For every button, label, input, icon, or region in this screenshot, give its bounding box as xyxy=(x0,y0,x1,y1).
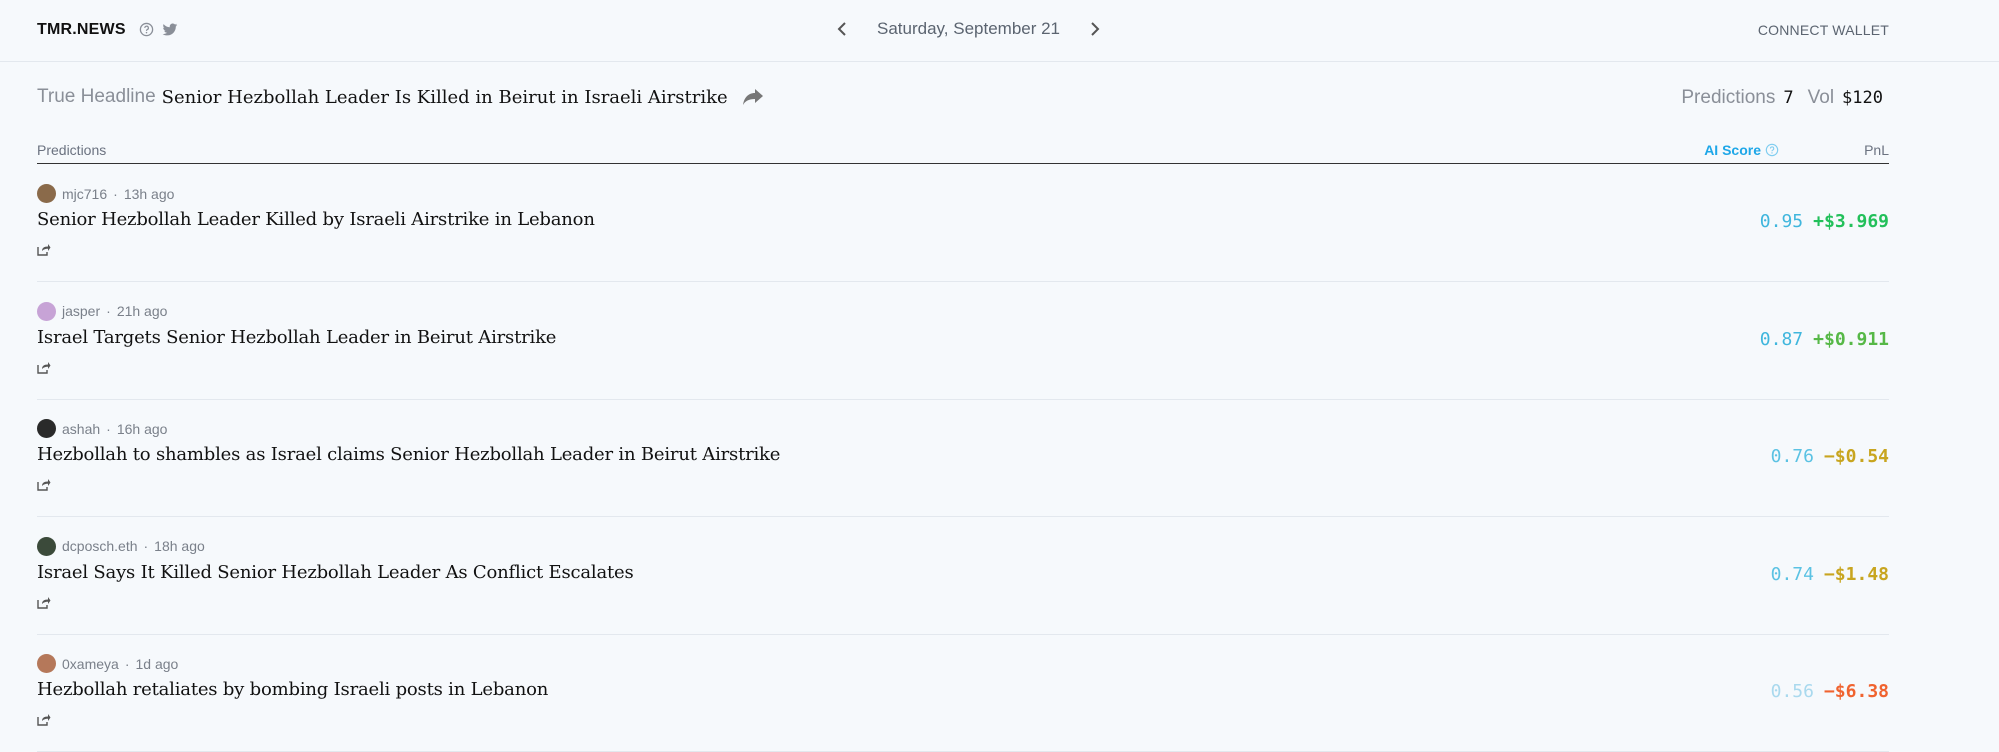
twitter-icon[interactable] xyxy=(162,23,178,37)
prediction-title: Israel Says It Killed Senior Hezbollah L… xyxy=(37,561,634,583)
ai-score-value: 0.74 xyxy=(1770,563,1814,585)
prediction-time: 18h ago xyxy=(154,538,205,554)
prediction-scores: 0.87 +$0.911 xyxy=(1760,329,1889,350)
prediction-time: 16h ago xyxy=(116,420,168,437)
current-date: Saturday, September 21 xyxy=(877,19,1061,38)
prediction-title: Hezbollah retaliates by bombing Israeli … xyxy=(37,679,549,700)
pnl-value: +$3.969 xyxy=(1813,211,1889,232)
volume-label: Vol xyxy=(1807,87,1835,108)
prediction-meta: jasper · 21h ago xyxy=(37,301,168,321)
prediction-time: 13h ago xyxy=(123,185,175,202)
ai-score-value: 0.95 xyxy=(1759,211,1804,232)
prediction-title: Senior Hezbollah Leader Killed by Israel… xyxy=(37,209,595,230)
avatar[interactable] xyxy=(37,654,56,673)
pnl-value: −$6.38 xyxy=(1823,681,1889,702)
share-icon[interactable] xyxy=(37,596,51,609)
chevron-left-icon[interactable] xyxy=(833,20,851,38)
prediction-row[interactable]: dcposch.eth · 18h ago Israel Says It Killed… xyxy=(37,518,1889,635)
true-headline-label: True Headline xyxy=(37,86,156,107)
predictions-column-header: Predictions xyxy=(37,142,107,158)
share-icon[interactable] xyxy=(37,361,51,374)
prediction-user[interactable]: 0xameya xyxy=(62,656,119,672)
prediction-user[interactable]: ashah xyxy=(62,421,100,437)
meta-separator: · xyxy=(143,538,149,554)
prediction-row[interactable]: 0xameya · 1d ago Hezbollah retaliates by bo… xyxy=(37,635,1889,752)
prediction-title: Israel Targets Senior Hezbollah Leader i… xyxy=(37,326,557,348)
prediction-row[interactable]: ashah · 16h ago Hezbollah to shambles as Is… xyxy=(37,400,1889,517)
date-navigator: Saturday, September 21 xyxy=(833,19,1104,39)
avatar[interactable] xyxy=(37,419,56,438)
help-circle-icon[interactable] xyxy=(139,22,154,37)
ai-score-value: 0.76 xyxy=(1770,446,1814,467)
connect-wallet-button[interactable]: CONNECT WALLET xyxy=(1758,22,1889,38)
help-circle-icon[interactable] xyxy=(1765,143,1779,157)
prediction-scores: 0.56 −$6.38 xyxy=(1771,681,1889,702)
ai-score-value: 0.87 xyxy=(1759,328,1804,350)
brand-icons xyxy=(139,22,178,37)
meta-separator: · xyxy=(124,655,130,672)
pnl-value: −$1.48 xyxy=(1823,563,1889,585)
prediction-meta: mjc716 · 13h ago xyxy=(37,184,174,203)
predictions-table-header: Predictions AI Score PnL xyxy=(37,140,1889,164)
ai-score-column-header[interactable]: AI Score xyxy=(1704,142,1779,158)
brand-logo[interactable]: TMR.NEWS xyxy=(37,21,126,39)
prediction-scores: 0.95 +$3.969 xyxy=(1760,211,1889,232)
avatar[interactable] xyxy=(37,301,56,321)
prediction-scores: 0.76 −$0.54 xyxy=(1771,446,1889,467)
volume-value: $120 xyxy=(1842,88,1883,108)
prediction-meta: dcposch.eth · 18h ago xyxy=(37,536,205,556)
share-icon[interactable] xyxy=(37,478,51,491)
pnl-value: −$0.54 xyxy=(1823,446,1889,467)
chevron-right-icon[interactable] xyxy=(1086,20,1104,38)
pnl-column-header: PnL xyxy=(1864,142,1889,158)
prediction-title: Hezbollah to shambles as Israel claims S… xyxy=(37,444,781,465)
true-headline-text: Senior Hezbollah Leader Is Killed in Bei… xyxy=(161,86,728,108)
true-headline: True Headline Senior Hezbollah Leader Is… xyxy=(37,86,764,108)
avatar[interactable] xyxy=(37,536,56,556)
prediction-row[interactable]: jasper · 21h ago Israel Targets Senior Hezb… xyxy=(37,283,1889,400)
prediction-scores: 0.74 −$1.48 xyxy=(1771,564,1889,585)
ai-score-value: 0.56 xyxy=(1770,681,1814,702)
meta-separator: · xyxy=(106,420,111,437)
predictions-count-label: Predictions xyxy=(1681,87,1776,108)
prediction-user[interactable]: dcposch.eth xyxy=(62,538,138,554)
prediction-time: 21h ago xyxy=(116,303,168,319)
meta-separator: · xyxy=(113,185,118,202)
avatar[interactable] xyxy=(37,184,56,203)
prediction-user[interactable]: mjc716 xyxy=(62,186,107,202)
share-icon[interactable] xyxy=(742,88,764,106)
headline-stats: Predictions 7 Vol $120 xyxy=(1681,87,1889,109)
predictions-count: 7 xyxy=(1783,88,1794,108)
share-icon[interactable] xyxy=(37,713,51,726)
prediction-meta: ashah · 16h ago xyxy=(37,419,167,438)
pnl-value: +$0.911 xyxy=(1813,328,1889,350)
share-icon[interactable] xyxy=(37,243,51,256)
prediction-row[interactable]: mjc716 · 13h ago Senior Hezbollah Leader Ki… xyxy=(37,165,1889,282)
ai-score-header-label: AI Score xyxy=(1704,142,1761,158)
prediction-time: 1d ago xyxy=(135,655,179,672)
top-bar: TMR.NEWS Saturday, September 21 CONNECT … xyxy=(0,0,1999,62)
meta-separator: · xyxy=(106,303,111,319)
prediction-user[interactable]: jasper xyxy=(62,303,100,319)
prediction-meta: 0xameya · 1d ago xyxy=(37,654,178,673)
